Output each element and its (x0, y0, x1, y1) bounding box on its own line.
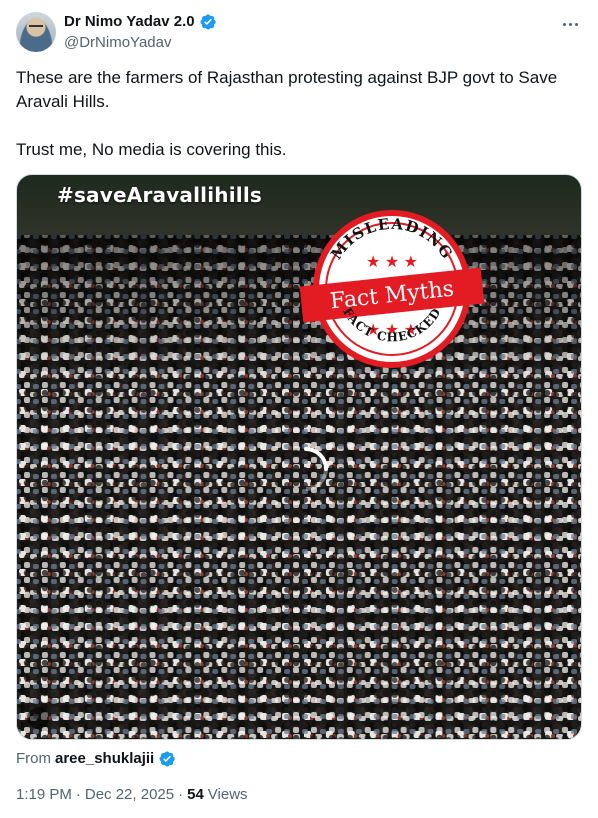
svg-text:★ ★ ★: ★ ★ ★ (366, 254, 418, 271)
fact-check-stamp-icon: MISLEADING ★ ★ ★ Fact Myths ★ ★ ★ FACT C… (299, 210, 485, 368)
tweet-card: Dr Nimo Yadav 2.0 @DrNimoYadav These are… (0, 0, 598, 818)
tweet-text: These are the farmers of Rajasthan prote… (16, 66, 582, 162)
tweet-text-line2: Trust me, No media is covering this. (16, 140, 287, 159)
verified-badge-icon (200, 14, 216, 30)
author-display-name[interactable]: Dr Nimo Yadav 2.0 (64, 12, 195, 32)
video-source-attribution: From aree_shuklajii (16, 749, 176, 769)
more-options-icon[interactable] (558, 12, 582, 36)
tweet-meta: 1:19 PM · Dec 22, 2025 · 54 Views (16, 785, 248, 805)
tweet-date[interactable]: Dec 22, 2025 (85, 785, 174, 805)
author-name-row: Dr Nimo Yadav 2.0 (64, 12, 217, 32)
source-verified-badge-icon (159, 751, 175, 767)
meta-separator: · (75, 786, 81, 803)
meta-separator: · (178, 786, 184, 803)
views-count: 54 (187, 786, 204, 803)
author-handle[interactable]: @DrNimoYadav (64, 33, 171, 53)
volume-button-icon[interactable] (27, 707, 49, 729)
tweet-text-line1: These are the farmers of Rajasthan prote… (16, 68, 558, 111)
loading-spinner-icon (304, 447, 328, 491)
tweet-video[interactable]: #saveAravallihills MISLEADING ★ ★ ★ Fact… (16, 174, 582, 740)
source-prefix: From (16, 750, 51, 767)
avatar-glasses-detail (29, 25, 43, 29)
author-avatar[interactable] (16, 12, 56, 52)
tweet-time[interactable]: 1:19 PM (16, 785, 72, 805)
views-label: Views (207, 786, 248, 803)
source-username-link[interactable]: aree_shuklajii (55, 749, 154, 769)
video-overlay-hashtag: #saveAravallihills (57, 183, 263, 207)
